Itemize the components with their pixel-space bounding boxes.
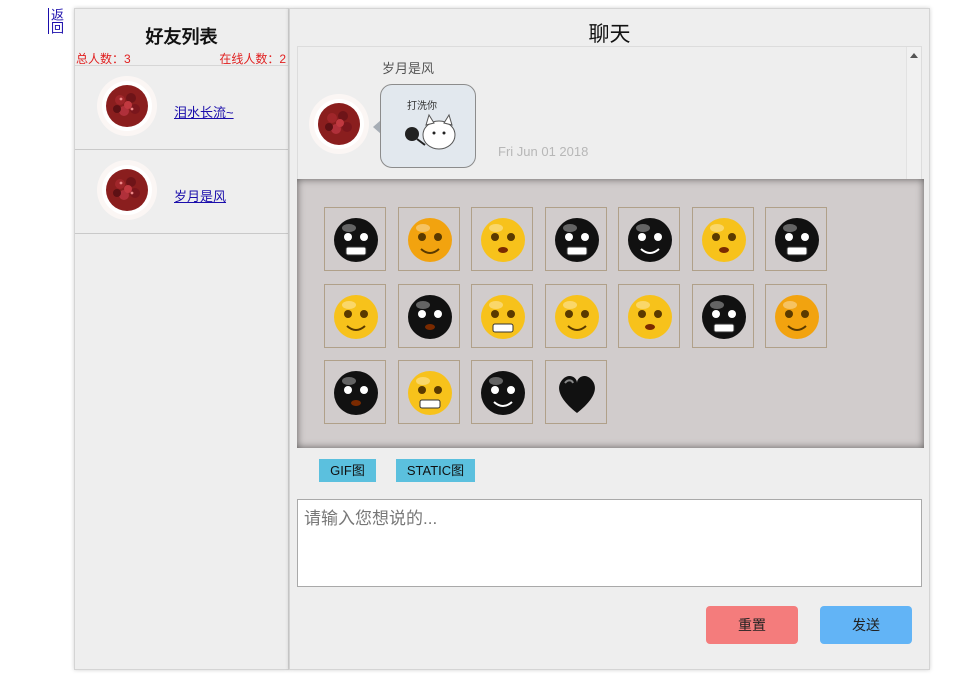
orange-dizzy-icon bbox=[775, 294, 819, 339]
scroll-up-arrow-icon[interactable] bbox=[910, 53, 918, 58]
emoji-cell[interactable] bbox=[397, 207, 460, 271]
message-timestamp: Fri Jun 01 2018 bbox=[498, 144, 589, 159]
yellow-sleepy-icon bbox=[481, 218, 525, 262]
emoji-cell[interactable] bbox=[471, 360, 533, 424]
emoji-cell[interactable] bbox=[471, 207, 533, 271]
black-angry-teeth-icon bbox=[628, 218, 672, 262]
yellow-shy-icon bbox=[481, 294, 525, 339]
yellow-vomiting-icon bbox=[334, 294, 378, 339]
message-sender: 岁月是风 bbox=[382, 61, 435, 76]
black-bruised-icon bbox=[334, 371, 378, 415]
avatar bbox=[97, 76, 157, 136]
cat-sticker-icon: 打洗你 bbox=[405, 99, 456, 150]
friend-name-link[interactable]: 泪水长流~ bbox=[174, 102, 234, 121]
emoji-cell[interactable] bbox=[397, 360, 460, 424]
yellow-bandaged-head-icon bbox=[628, 294, 672, 339]
black-grinning-icon bbox=[407, 294, 452, 339]
emoji-cell[interactable] bbox=[765, 207, 827, 271]
message-scrollbar[interactable] bbox=[906, 47, 921, 179]
emoji-cell[interactable] bbox=[544, 207, 607, 271]
emoji-cell[interactable] bbox=[471, 283, 533, 348]
emoji-cell[interactable] bbox=[618, 283, 680, 348]
message-bubble: 打洗你 bbox=[380, 84, 476, 168]
black-laughing-icon bbox=[481, 371, 525, 415]
emoji-cell[interactable] bbox=[544, 283, 607, 348]
black-sinister-icon bbox=[775, 218, 819, 262]
message-input[interactable] bbox=[297, 499, 922, 587]
emoji-cell[interactable] bbox=[618, 207, 680, 271]
berries-avatar-icon bbox=[102, 81, 152, 131]
friends-panel: 好友列表 总人数：3 在线人数：2 泪水长流~ 岁月是风 bbox=[74, 8, 289, 670]
black-heart-icon bbox=[558, 376, 595, 413]
friend-item[interactable]: 岁月是风 bbox=[75, 150, 288, 234]
emoji-cell[interactable] bbox=[324, 207, 386, 271]
black-worried-icon bbox=[554, 218, 599, 262]
static-tab-button[interactable]: STATIC图 bbox=[396, 459, 475, 482]
friend-list: 泪水长流~ 岁月是风 bbox=[75, 65, 288, 234]
berries-avatar-icon bbox=[102, 165, 152, 215]
emoji-panel bbox=[297, 179, 924, 448]
emoji-cell[interactable] bbox=[324, 283, 386, 348]
reset-button[interactable]: 重置 bbox=[706, 606, 798, 644]
yellow-bandaged-icon bbox=[554, 294, 599, 339]
yellow-heart-eyes-icon bbox=[407, 371, 452, 415]
friends-title: 好友列表 bbox=[145, 27, 218, 47]
emoji-cell[interactable] bbox=[397, 283, 460, 348]
emoji-cell[interactable] bbox=[324, 360, 386, 424]
friend-item[interactable]: 泪水长流~ bbox=[75, 65, 288, 150]
emoji-cell[interactable] bbox=[691, 207, 754, 271]
berries-avatar-icon bbox=[314, 99, 364, 149]
black-bomb-face-icon bbox=[701, 294, 746, 339]
emoji-cell[interactable] bbox=[691, 283, 754, 348]
black-blob-crying-icon bbox=[334, 218, 378, 262]
orange-screaming-icon bbox=[407, 218, 452, 262]
message-list[interactable]: 岁月是风 打洗你 Fri Jun 01 2018 bbox=[297, 46, 922, 180]
friend-name-link[interactable]: 岁月是风 bbox=[174, 186, 226, 205]
sticker-caption: 打洗你 bbox=[407, 99, 437, 112]
back-link[interactable]: 返回 bbox=[48, 8, 64, 34]
emoji-cell[interactable] bbox=[765, 283, 827, 348]
avatar bbox=[97, 160, 157, 220]
chat-title: 聊天 bbox=[588, 23, 631, 46]
gif-tab-button[interactable]: GIF图 bbox=[319, 459, 376, 482]
emoji-cell[interactable] bbox=[544, 360, 607, 424]
avatar bbox=[309, 94, 369, 154]
chat-panel: 聊天 岁月是风 打洗你 Fri Jun 01 2018 GIF图 STATIC图… bbox=[289, 8, 930, 670]
yellow-sad-icon bbox=[701, 218, 746, 262]
send-button[interactable]: 发送 bbox=[820, 606, 912, 644]
